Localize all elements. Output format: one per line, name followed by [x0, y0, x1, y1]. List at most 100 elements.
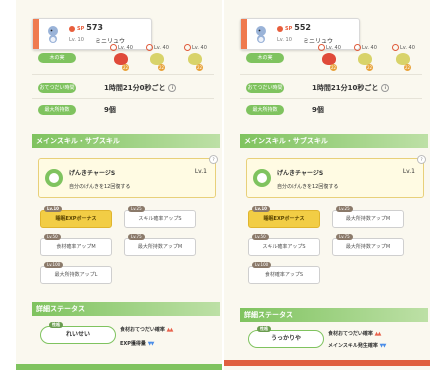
subskill-label: 最大所持数アップM [137, 244, 183, 250]
subskill-button[interactable]: Lv.100 食材確率アップS [248, 262, 320, 284]
detail-section-header: 詳細ステータス [32, 302, 220, 316]
berry-label-pill: 木の実 [246, 53, 284, 63]
help-time-value: 1時間21分10秒ごと i [312, 83, 390, 93]
berry-level: Lv. 40 [110, 44, 133, 51]
subskill-level-tag: Lv.75 [128, 234, 145, 240]
berry-item: Lv. 40 22 [108, 44, 134, 72]
subskill-button[interactable]: Lv.10 睡眠EXPボーナス [248, 206, 320, 228]
berry-list: Lv. 40 22 Lv. 40 22 Lv. 40 22 [108, 44, 218, 72]
divider [32, 98, 214, 99]
subskill-button[interactable]: Lv.25 スキル確率アップS [124, 206, 196, 228]
header-accent [241, 19, 247, 49]
arrow-down-icon: ▼▼ [379, 343, 387, 349]
subskill-level-tag: Lv.50 [44, 234, 61, 240]
nature-tag: 性格 [257, 326, 271, 332]
berry-item: Lv. 40 22 [144, 44, 170, 72]
subskill-label: 最大所持数アップM [345, 244, 391, 250]
main-skill-card[interactable]: げんきチャージS Lv.1 自分のげんきを12回復する ? [246, 155, 426, 198]
sp-label: SP [77, 26, 85, 32]
subskill-button[interactable]: Lv.25 最大所持数アップM [332, 206, 404, 228]
berry-count: 22 [366, 64, 373, 71]
pokemon-level: Lv. 10 [69, 37, 84, 43]
subskill-level-tag: Lv.100 [252, 262, 272, 268]
sp-display: SP 552 [277, 23, 311, 32]
berry-item: Lv. 40 22 [352, 44, 378, 72]
help-time-text: 1時間21分10秒ごと [312, 84, 379, 92]
subskill-label: 食材確率アップM [56, 244, 96, 250]
main-skill-name: げんきチャージS [277, 170, 324, 177]
nature-effect-down: メインスキル発生確率 ▼▼ [328, 343, 387, 349]
berry-item: Lv. 40 22 [182, 44, 208, 72]
divider [240, 98, 422, 99]
max-count-value: 9個 [312, 106, 324, 114]
berry-level: Lv. 40 [146, 44, 169, 51]
arrow-up-icon: ▲▲ [166, 327, 174, 333]
nature-effect-down: EXP獲得量 ▼▼ [120, 341, 155, 347]
subskill-label: 食材確率アップS [264, 272, 304, 278]
pokemon-panel-right: SP 552 Lv. 10 ミニリュウ Lv. 40 22 Lv. 40 22 L… [224, 0, 430, 370]
berry-count: 22 [330, 64, 337, 71]
info-icon[interactable]: i [168, 84, 177, 92]
divider [32, 74, 214, 75]
help-icon[interactable]: ? [209, 155, 218, 164]
detail-section-header: 詳細ステータス [240, 308, 428, 322]
subskill-level-tag: Lv.100 [44, 262, 64, 268]
subskill-level-tag: Lv.10 [252, 206, 270, 212]
sp-value: 552 [294, 23, 311, 32]
berry-count: 22 [196, 64, 203, 71]
max-count-label-pill: 最大所持数 [246, 105, 284, 115]
nature-badge[interactable]: 性格 れいせい [40, 322, 116, 344]
nature-tag: 性格 [49, 322, 63, 328]
arrow-up-icon: ▲▲ [374, 331, 382, 337]
energy-charge-icon [253, 169, 271, 187]
subskill-label: 最大所持数アップL [54, 272, 98, 278]
subskill-button[interactable]: Lv.50 スキル確率アップS [248, 234, 320, 256]
subskill-level-tag: Lv.75 [336, 234, 353, 240]
main-skill-card[interactable]: げんきチャージS Lv.1 自分のげんきを12回復する ? [38, 155, 218, 198]
main-skill-description: 自分のげんきを12回復する [277, 184, 339, 190]
skills-section-header: メインスキル・サブスキル [240, 134, 428, 148]
subskill-label: 睡眠EXPボーナス [263, 216, 305, 222]
nature-name: うっかりや [270, 335, 301, 342]
main-skill-name: げんきチャージS [69, 170, 116, 177]
help-icon[interactable]: ? [417, 155, 426, 164]
help-time-label-pill: おてつだい時間 [38, 83, 76, 93]
subskill-level-tag: Lv.25 [128, 206, 145, 212]
dratini-avatar-icon [256, 26, 266, 43]
skills-section-header: メインスキル・サブスキル [32, 134, 220, 148]
subskill-level-tag: Lv.10 [44, 206, 62, 212]
nature-effect-up: 食材おてつだい確率 ▲▲ [328, 331, 382, 337]
subskill-button[interactable]: Lv.75 最大所持数アップM [124, 234, 196, 256]
berry-count: 22 [122, 64, 129, 71]
subskill-button[interactable]: Lv.50 食材確率アップM [40, 234, 112, 256]
subskill-level-tag: Lv.25 [336, 206, 353, 212]
berry-count: 22 [158, 64, 165, 71]
main-skill-description: 自分のげんきを12回復する [69, 184, 131, 190]
nature-name: れいせい [65, 331, 90, 338]
subskill-button[interactable]: Lv.10 睡眠EXPボーナス [40, 206, 112, 228]
arrow-down-icon: ▼▼ [147, 341, 155, 347]
nature-badge[interactable]: 性格うっかりや [248, 326, 324, 348]
dratini-avatar-icon [48, 26, 58, 43]
sp-icon [69, 25, 75, 32]
berry-level: Lv. 40 [392, 44, 415, 51]
sp-value: 573 [86, 23, 103, 32]
subskill-label: スキル確率アップS [138, 216, 182, 222]
subskill-button[interactable]: Lv.100 最大所持数アップL [40, 262, 112, 284]
bottom-bar [224, 360, 430, 366]
berry-count: 22 [404, 64, 411, 71]
pokemon-level: Lv. 10 [277, 37, 292, 43]
pokemon-panel-left: SP 573 Lv. 10 ミニリュウ Lv. 40 22 Lv. 40 22 L… [16, 0, 222, 370]
info-icon[interactable]: i [381, 84, 390, 92]
bottom-bar [16, 364, 222, 370]
main-skill-level: Lv.1 [402, 168, 415, 175]
nature-effect-up: 食材おてつだい確率 ▲▲ [120, 327, 174, 333]
help-time-value: 1時間21分0秒ごと i [104, 83, 177, 93]
subskill-button[interactable]: Lv.75 最大所持数アップM [332, 234, 404, 256]
berry-level: Lv. 40 [184, 44, 207, 51]
berry-list: Lv. 40 22 Lv. 40 22 Lv. 40 22 [316, 44, 426, 72]
berry-level: Lv. 40 [318, 44, 341, 51]
divider [240, 74, 422, 75]
berry-label-pill: 木の実 [38, 53, 76, 63]
berry-level: Lv. 40 [354, 44, 377, 51]
